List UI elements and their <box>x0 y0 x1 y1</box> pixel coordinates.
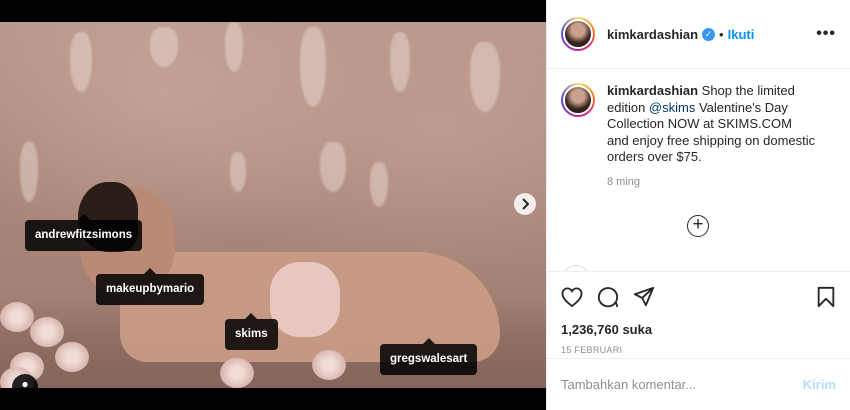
caption-timestamp[interactable]: 8 ming <box>607 176 836 188</box>
add-comment-bar: Kirim <box>547 358 850 410</box>
next-image-button[interactable] <box>514 193 536 215</box>
post-date: 15 FEBRUARI <box>561 345 623 355</box>
rose <box>220 358 254 388</box>
photo-tag-andrewfitzsimons[interactable]: andrewfitzsimons <box>25 214 143 251</box>
caption-username[interactable]: kimkardashian <box>607 83 698 98</box>
wall-drip <box>230 152 246 192</box>
more-options-icon[interactable]: ••• <box>816 26 836 42</box>
action-bar <box>547 272 850 322</box>
post-header: kimkardashian ✓ • Ikuti ••• <box>547 0 850 69</box>
rose <box>0 302 34 332</box>
wall-drip <box>470 42 500 112</box>
photo-tag-makeupbymario[interactable]: makeupbymario <box>96 268 205 305</box>
wall-drip <box>150 27 178 67</box>
wall-drip <box>320 142 346 192</box>
wall-drip <box>300 27 326 107</box>
share-icon[interactable] <box>633 286 655 308</box>
caption-mention[interactable]: @skims <box>649 100 695 115</box>
comments-section: kimkardashian Shop the limited edition @… <box>547 69 850 272</box>
follow-button[interactable]: Ikuti <box>728 27 755 42</box>
like-count[interactable]: 1,236,760 suka <box>547 322 850 337</box>
separator: • <box>719 26 724 42</box>
model-garment <box>270 262 340 337</box>
chevron-right-icon <box>522 198 530 210</box>
wall-drip <box>225 22 243 72</box>
next-comment-avatar <box>563 265 589 271</box>
load-more-comments-button[interactable]: + <box>687 215 709 237</box>
post-image[interactable]: andrewfitzsimons makeupbymario skims gre… <box>0 22 546 388</box>
caption: kimkardashian Shop the limited edition @… <box>607 83 817 166</box>
photo-tag-skims[interactable]: skims <box>225 313 278 350</box>
user-icon <box>22 381 28 388</box>
wall-drip <box>70 32 92 92</box>
bookmark-icon[interactable] <box>816 286 836 308</box>
wall-drip <box>20 142 38 202</box>
rose <box>30 317 64 347</box>
post-details-panel: kimkardashian ✓ • Ikuti ••• kimkardashia… <box>546 0 850 410</box>
verified-badge-icon: ✓ <box>702 27 716 41</box>
rose <box>55 342 89 372</box>
heart-icon[interactable] <box>561 287 583 307</box>
avatar[interactable] <box>561 17 595 51</box>
header-username[interactable]: kimkardashian <box>607 27 698 42</box>
photo-tag-gregswalesart[interactable]: gregswalesart <box>380 338 478 375</box>
post-comment-button[interactable]: Kirim <box>803 377 836 392</box>
wall-drip <box>370 162 388 207</box>
caption-avatar[interactable] <box>561 83 595 117</box>
wall-drip <box>390 32 410 92</box>
comment-icon[interactable] <box>597 286 619 308</box>
comment-input[interactable] <box>561 377 803 392</box>
rose <box>312 350 346 380</box>
